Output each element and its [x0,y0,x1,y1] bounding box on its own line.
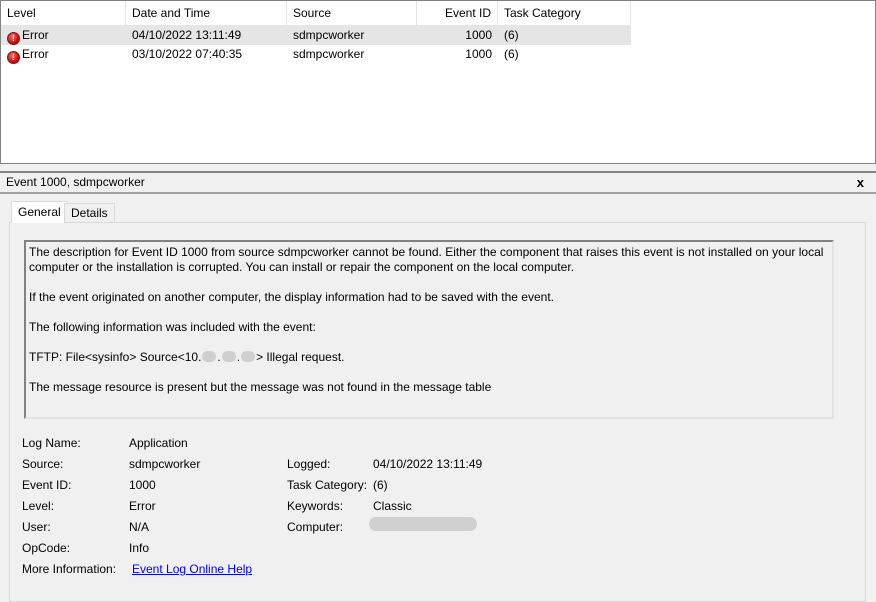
detail-title: Event 1000, sdmpcworker [6,175,145,189]
table-row[interactable]: ! Error 03/10/2022 07:40:35 sdmpcworker 1… [1,45,631,64]
desc-tftp-line: TFTP: File<sysinfo> Source<10... > Illega… [29,350,345,364]
table-row[interactable]: ! Error 04/10/2022 13:11:49 sdmpcworker 1… [1,26,631,45]
level-label: Level: [22,499,55,513]
task-cell: (6) [504,47,519,61]
source-label: Source: [22,457,64,471]
opcode-value: Info [129,541,150,555]
user-label: User: [22,520,51,534]
source-value: sdmpcworker [129,457,201,471]
level-cell: Error [22,28,49,42]
user-value: N/A [129,520,150,534]
date-cell: 04/10/2022 13:11:49 [132,28,242,42]
level-value: Error [129,499,156,513]
redacted-blur [221,351,236,362]
tab-general[interactable]: General [11,201,68,223]
event-list-header: Level Date and Time Source Event ID Task… [1,1,631,26]
event-description[interactable]: The description for Event ID 1000 from s… [24,240,834,419]
level-cell: Error [22,47,49,61]
desc-text: The message resource is present but the … [29,380,492,394]
more-info-label: More Information: [22,562,117,576]
redacted-blur [241,351,256,362]
column-source[interactable]: Source [287,1,417,25]
event-id-cell: 1000 [465,28,492,42]
error-icon: ! [7,32,20,45]
column-date[interactable]: Date and Time [126,1,287,25]
log-name-label: Log Name: [22,436,81,450]
task-category-value: (6) [373,478,388,492]
event-id-cell: 1000 [465,47,492,61]
error-icon: ! [7,51,20,64]
task-cell: (6) [504,28,519,42]
event-list: Level Date and Time Source Event ID Task… [0,0,876,164]
column-level[interactable]: Level [1,1,126,25]
opcode-label: OpCode: [22,541,71,555]
desc-text: The following information was included w… [29,320,316,334]
close-icon[interactable]: x [857,173,864,192]
column-event-id[interactable]: Event ID [417,1,498,25]
event-id-label: Event ID: [22,478,72,492]
log-name-value: Application [129,436,188,450]
event-id-value: 1000 [129,478,156,492]
keywords-value: Classic [373,499,412,513]
date-cell: 03/10/2022 07:40:35 [132,47,243,61]
column-task-category[interactable]: Task Category [498,1,631,25]
computer-value-redacted [369,517,477,531]
logged-label: Logged: [287,457,331,471]
detail-title-bar: Event 1000, sdmpcworker x [0,171,876,194]
keywords-label: Keywords: [287,499,344,513]
source-cell: sdmpcworker [293,47,365,61]
logged-value: 04/10/2022 13:11:49 [373,457,483,471]
source-cell: sdmpcworker [293,28,365,42]
tab-details[interactable]: Details [64,203,115,223]
event-log-online-help-link[interactable]: Event Log Online Help [132,562,252,576]
task-category-label: Task Category: [287,478,368,492]
redacted-blur [202,351,217,362]
desc-text: If the event originated on another compu… [29,290,554,304]
desc-text: The description for Event ID 1000 from s… [29,245,824,274]
computer-label: Computer: [287,520,344,534]
